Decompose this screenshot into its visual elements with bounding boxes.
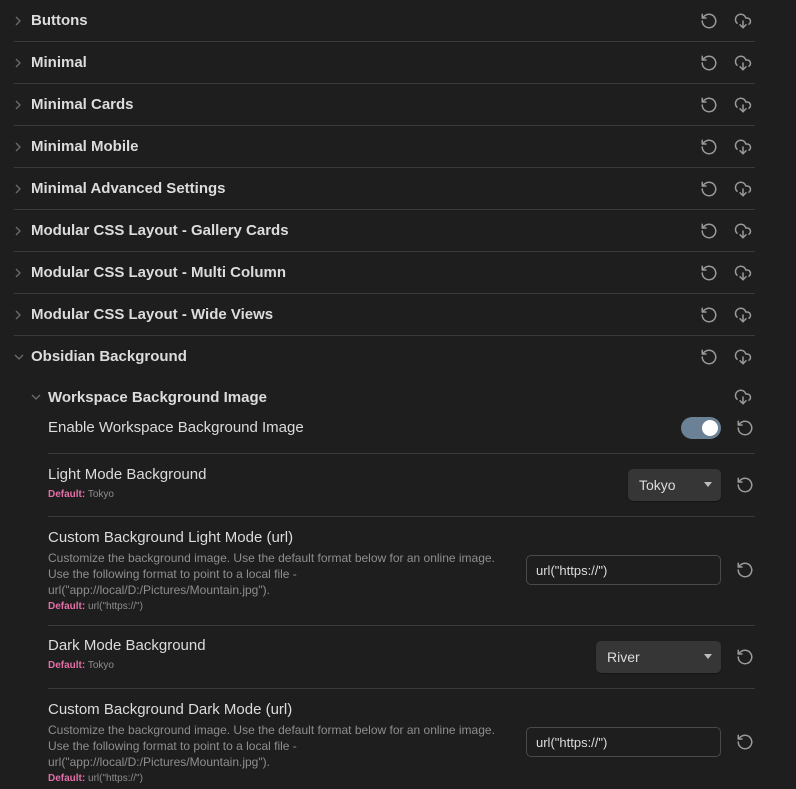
section-wide-views[interactable]: Modular CSS Layout - Wide Views: [14, 294, 755, 336]
chevron-right-icon: [14, 16, 31, 26]
reset-icon[interactable]: [699, 263, 719, 283]
custom-light-url-input[interactable]: url("https://"): [526, 555, 721, 585]
chevron-down-icon: [704, 654, 712, 659]
light-mode-select[interactable]: Tokyo: [628, 469, 721, 501]
setting-description: Customize the background image. Use the …: [48, 551, 495, 597]
reset-icon[interactable]: [699, 347, 719, 367]
cloud-download-icon[interactable]: [733, 305, 753, 325]
chevron-down-icon: [704, 482, 712, 487]
section-gallery-cards[interactable]: Modular CSS Layout - Gallery Cards: [14, 210, 755, 252]
setting-dark-mode-background: Dark Mode Background Default: Tokyo Rive…: [48, 626, 755, 689]
default-value: url("https://"): [88, 773, 143, 784]
select-value: Tokyo: [639, 477, 676, 493]
reset-icon[interactable]: [699, 179, 719, 199]
section-title: Obsidian Background: [31, 348, 187, 365]
section-multi-column[interactable]: Modular CSS Layout - Multi Column: [14, 252, 755, 294]
section-title: Modular CSS Layout - Gallery Cards: [31, 222, 289, 239]
default-note: Default: Tokyo: [48, 660, 206, 671]
section-title: Minimal Cards: [31, 96, 134, 113]
default-value: url("https://"): [88, 601, 143, 612]
section-buttons[interactable]: Buttons: [14, 0, 755, 42]
style-settings-panel: Buttons Minimal Minimal Cards Minimal Mo…: [14, 0, 755, 789]
default-value: Tokyo: [87, 489, 114, 500]
reset-icon[interactable]: [735, 560, 755, 580]
cloud-download-icon[interactable]: [733, 387, 753, 407]
setting-name: Dark Mode Background: [48, 637, 206, 654]
default-value: Tokyo: [87, 660, 114, 671]
section-minimal[interactable]: Minimal: [14, 42, 755, 84]
setting-custom-dark-url: Custom Background Dark Mode (url) Custom…: [48, 689, 755, 789]
section-title: Minimal Mobile: [31, 138, 139, 155]
section-title: Minimal: [31, 54, 87, 71]
reset-icon[interactable]: [735, 475, 755, 495]
cloud-download-icon[interactable]: [733, 179, 753, 199]
cloud-download-icon[interactable]: [733, 221, 753, 241]
reset-icon[interactable]: [699, 95, 719, 115]
section-minimal-mobile[interactable]: Minimal Mobile: [14, 126, 755, 168]
default-note: Default: url("https://"): [48, 601, 498, 612]
default-note: Default: Tokyo: [48, 489, 206, 500]
cloud-download-icon[interactable]: [733, 263, 753, 283]
reset-icon[interactable]: [699, 137, 719, 157]
subsection-workspace-background-image: Workspace Background Image Enable Worksp…: [14, 377, 755, 789]
chevron-right-icon: [14, 268, 31, 278]
chevron-right-icon: [14, 58, 31, 68]
toggle-knob: [702, 420, 718, 436]
subsection-header[interactable]: Workspace Background Image: [14, 377, 755, 417]
chevron-right-icon: [14, 184, 31, 194]
section-title: Modular CSS Layout - Multi Column: [31, 264, 286, 281]
subsection-title: Workspace Background Image: [48, 388, 267, 406]
reset-icon[interactable]: [735, 418, 755, 438]
default-label: Default:: [48, 601, 86, 612]
setting-name: Light Mode Background: [48, 466, 207, 483]
section-title: Minimal Advanced Settings: [31, 180, 226, 197]
reset-icon[interactable]: [699, 305, 719, 325]
section-title: Modular CSS Layout - Wide Views: [31, 306, 274, 323]
setting-light-mode-background: Light Mode Background Default: Tokyo Tok…: [48, 454, 755, 517]
custom-dark-url-input[interactable]: url("https://"): [526, 727, 721, 757]
chevron-down-icon: [31, 393, 48, 401]
chevron-right-icon: [14, 100, 31, 110]
default-note: Default: url("https://"): [48, 773, 498, 784]
section-minimal-cards[interactable]: Minimal Cards: [14, 84, 755, 126]
enable-background-toggle[interactable]: [681, 417, 721, 439]
reset-icon[interactable]: [735, 732, 755, 752]
setting-custom-light-url: Custom Background Light Mode (url) Custo…: [48, 517, 755, 626]
chevron-right-icon: [14, 310, 31, 320]
reset-icon[interactable]: [699, 53, 719, 73]
cloud-download-icon[interactable]: [733, 11, 753, 31]
setting-enable-background: Enable Workspace Background Image: [48, 417, 755, 454]
cloud-download-icon[interactable]: [733, 53, 753, 73]
select-value: River: [607, 649, 640, 665]
setting-name: Custom Background Light Mode (url): [48, 529, 294, 546]
chevron-right-icon: [14, 142, 31, 152]
setting-name: Custom Background Dark Mode (url): [48, 701, 293, 718]
section-obsidian-background[interactable]: Obsidian Background: [14, 336, 755, 377]
section-minimal-advanced-settings[interactable]: Minimal Advanced Settings: [14, 168, 755, 210]
cloud-download-icon[interactable]: [733, 347, 753, 367]
default-label: Default:: [48, 660, 86, 671]
reset-icon[interactable]: [699, 11, 719, 31]
chevron-down-icon: [14, 353, 31, 361]
cloud-download-icon[interactable]: [733, 137, 753, 157]
dark-mode-select[interactable]: River: [596, 641, 721, 673]
default-label: Default:: [48, 489, 86, 500]
reset-icon[interactable]: [735, 647, 755, 667]
chevron-right-icon: [14, 226, 31, 236]
setting-name: Enable Workspace Background Image: [48, 419, 304, 436]
setting-description: Customize the background image. Use the …: [48, 723, 495, 769]
default-label: Default:: [48, 773, 86, 784]
reset-icon[interactable]: [699, 221, 719, 241]
cloud-download-icon[interactable]: [733, 95, 753, 115]
section-title: Buttons: [31, 12, 88, 29]
